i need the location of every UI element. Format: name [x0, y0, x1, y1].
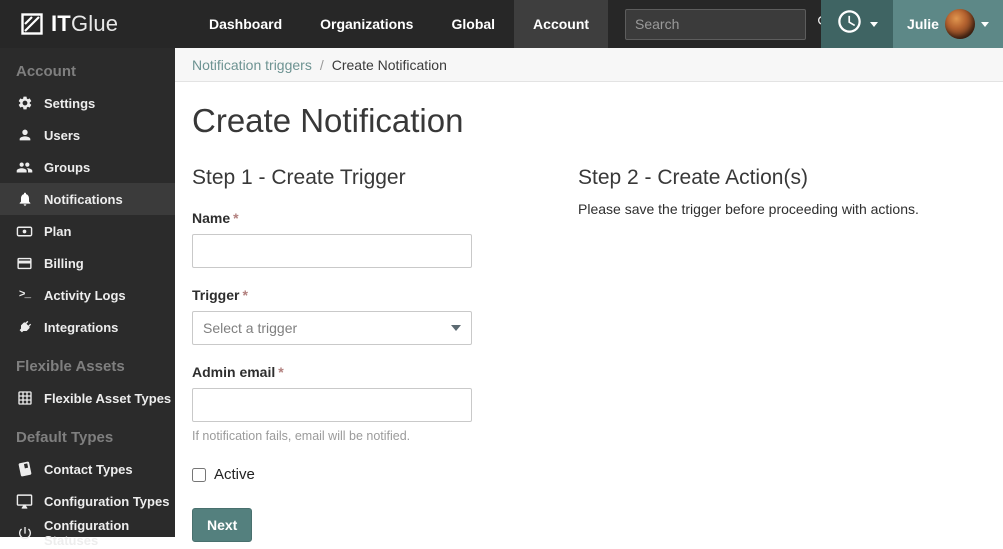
sidebar-item-contact-types[interactable]: Contact Types [0, 453, 175, 485]
name-input[interactable] [192, 234, 472, 268]
step2-section: Step 2 - Create Action(s) Please save th… [578, 166, 986, 542]
trigger-select-value: Select a trigger [203, 320, 298, 336]
sidebar-item-integrations[interactable]: Integrations [0, 311, 175, 343]
group-icon [16, 159, 33, 176]
sidebar-item-label: Configuration Statuses [44, 518, 130, 548]
step1-section: Step 1 - Create Trigger Name * Trigger * S… [192, 166, 578, 542]
power-icon [16, 525, 33, 542]
itglue-logo[interactable]: ITGlue [0, 0, 175, 48]
nav-account[interactable]: Account [514, 0, 609, 48]
sidebar-item-activity-logs[interactable]: >_ Activity Logs [0, 279, 175, 311]
sidebar-item-label: Configuration Types [44, 493, 170, 509]
user-menu[interactable]: Julie [893, 0, 1003, 48]
sidebar: Account Settings Users Groups Notificati… [0, 48, 175, 548]
terminal-icon: >_ [18, 289, 31, 301]
active-checkbox[interactable] [192, 467, 206, 482]
itglue-logo-icon [20, 12, 44, 36]
user-name: Julie [907, 16, 939, 32]
sidebar-item-notifications[interactable]: Notifications [0, 183, 175, 215]
chevron-down-icon [870, 21, 878, 27]
admin-email-field-group: Admin email * If notification fails, emai… [192, 364, 578, 443]
sidebar-header-flexible-assets: Flexible Assets [16, 358, 125, 375]
active-label: Active [214, 466, 255, 483]
name-field-group: Name * [192, 210, 578, 268]
breadcrumb-separator: / [319, 56, 324, 73]
breadcrumb-link-notification-triggers[interactable]: Notification triggers [192, 57, 312, 73]
sidebar-item-plan[interactable]: Plan [0, 215, 175, 247]
trigger-label: Trigger * [192, 287, 248, 303]
step1-heading: Step 1 - Create Trigger [192, 166, 406, 189]
sidebar-item-label: Integrations [44, 319, 119, 335]
grid-icon [16, 390, 33, 407]
sidebar-item-label: Billing [44, 255, 84, 271]
admin-email-input[interactable] [192, 388, 472, 422]
main-content: Notification triggers / Create Notificat… [175, 48, 1003, 542]
sidebar-item-label: Activity Logs [44, 287, 126, 303]
gear-icon [16, 95, 33, 112]
sidebar-item-configuration-types[interactable]: Configuration Types [0, 485, 175, 517]
admin-email-help: If notification fails, email will be not… [192, 429, 411, 443]
sidebar-header-default-types: Default Types [16, 429, 114, 446]
chevron-down-icon [980, 21, 989, 27]
primary-nav: Dashboard Organizations Global Account [190, 0, 609, 48]
monitor-icon [16, 493, 33, 510]
breadcrumb-current: Create Notification [331, 56, 447, 73]
sidebar-item-billing[interactable]: Billing [0, 247, 175, 279]
credit-card-icon [16, 255, 33, 272]
trigger-select[interactable]: Select a trigger [192, 311, 472, 345]
plug-icon [16, 319, 33, 336]
trigger-field-group: Trigger * Select a trigger [192, 287, 578, 345]
avatar [944, 9, 975, 39]
sidebar-item-label: Settings [44, 95, 96, 111]
sidebar-header-account: Account [16, 63, 76, 80]
sidebar-item-label: Flexible Asset Types [44, 390, 172, 406]
required-asterisk: * [278, 364, 284, 380]
sidebar-item-label: Notifications [44, 191, 123, 207]
sidebar-item-label: Groups [44, 159, 91, 175]
brand-text: ITGlue [51, 11, 119, 36]
breadcrumb: Notification triggers / Create Notificat… [175, 48, 1003, 82]
book-icon [16, 461, 33, 478]
name-label: Name * [192, 210, 239, 226]
admin-email-label: Admin email * [192, 364, 284, 380]
sidebar-item-configuration-statuses[interactable]: Configuration Statuses [0, 517, 175, 549]
chevron-down-icon [451, 325, 461, 331]
active-checkbox-row: Active [192, 466, 578, 483]
sidebar-item-label: Users [44, 127, 81, 143]
search-input[interactable] [635, 16, 816, 32]
step2-heading: Step 2 - Create Action(s) [578, 166, 808, 189]
sidebar-item-groups[interactable]: Groups [0, 151, 175, 183]
required-asterisk: * [233, 210, 239, 226]
banknote-icon [16, 223, 33, 240]
required-asterisk: * [242, 287, 248, 303]
sidebar-item-users[interactable]: Users [0, 119, 175, 151]
sidebar-item-settings[interactable]: Settings [0, 87, 175, 119]
step2-note: Please save the trigger before proceedin… [578, 201, 919, 217]
sidebar-item-label: Contact Types [44, 461, 133, 477]
recent-activity-menu[interactable] [821, 0, 893, 48]
user-icon [16, 127, 33, 144]
nav-dashboard[interactable]: Dashboard [190, 0, 301, 48]
nav-global[interactable]: Global [432, 0, 514, 48]
sidebar-item-label: Plan [44, 223, 72, 239]
clock-icon [836, 8, 863, 40]
page-title: Create Notification [192, 102, 464, 139]
nav-organizations[interactable]: Organizations [301, 0, 432, 48]
sidebar-item-flexible-asset-types[interactable]: Flexible Asset Types [0, 382, 175, 414]
bell-icon [16, 191, 33, 208]
top-navbar: ITGlue Dashboard Organizations Global Ac… [0, 0, 1003, 48]
search-box[interactable] [625, 8, 830, 40]
